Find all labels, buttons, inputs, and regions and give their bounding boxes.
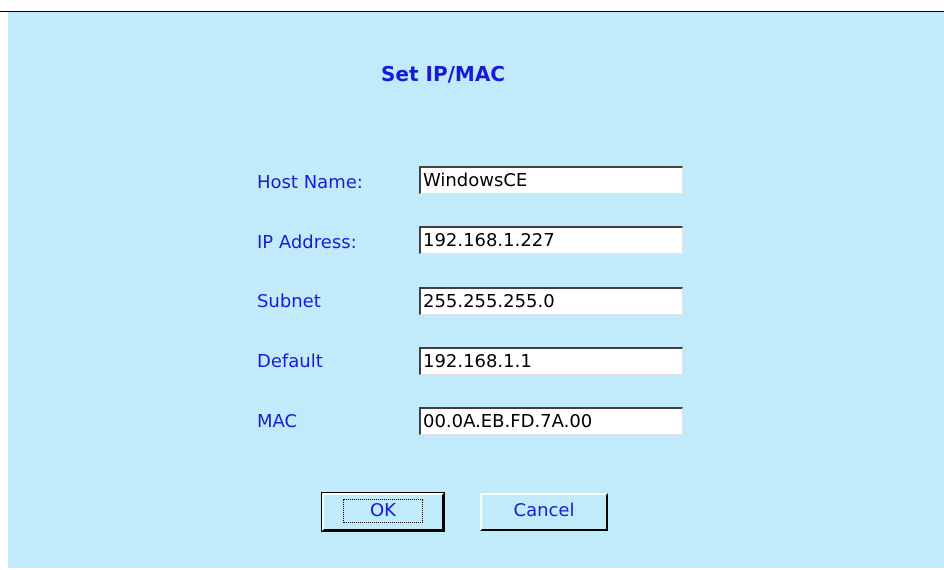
dialog-title: Set IP/MAC	[381, 62, 505, 86]
ip-address-input[interactable]: 192.168.1.227	[419, 226, 683, 254]
default-gateway-input[interactable]: 192.168.1.1	[419, 347, 683, 375]
default-gateway-label: Default	[257, 351, 323, 372]
host-name-input[interactable]: WindowsCE	[419, 166, 683, 194]
ip-address-label: IP Address:	[257, 232, 357, 253]
mac-input[interactable]: 00.0A.EB.FD.7A.00	[419, 407, 683, 435]
ok-button-label: OK	[343, 499, 423, 523]
subnet-label: Subnet	[257, 291, 321, 312]
ok-button[interactable]: OK	[321, 492, 445, 532]
subnet-input[interactable]: 255.255.255.0	[419, 287, 683, 315]
cancel-button[interactable]: Cancel	[480, 493, 608, 531]
screen: Set IP/MAC Host Name: WindowsCE IP Addre…	[0, 0, 944, 570]
mac-label: MAC	[257, 411, 298, 432]
host-name-label: Host Name:	[257, 172, 363, 193]
